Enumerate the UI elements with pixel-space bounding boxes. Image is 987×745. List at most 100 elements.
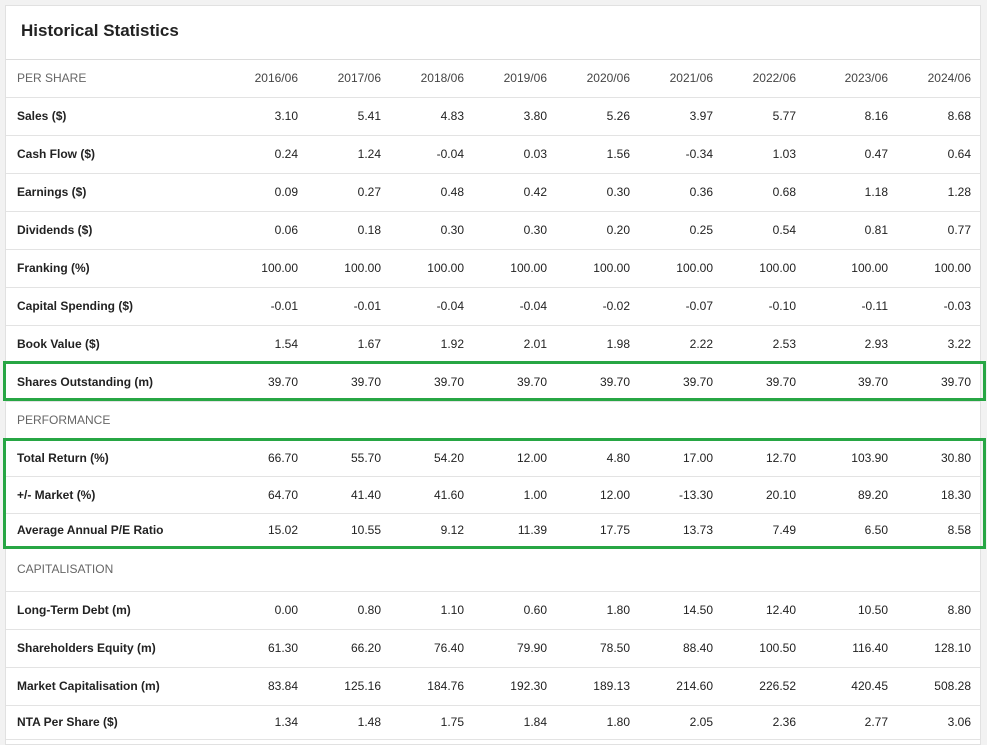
- value-cell: 8.68: [947, 109, 971, 123]
- row-label: PER SHARE: [17, 71, 87, 85]
- value-cell: 100.00: [934, 261, 971, 275]
- value-cell: 116.40: [852, 641, 888, 655]
- value-cell: 1.34: [274, 715, 298, 729]
- value-cell: 0.00: [274, 603, 298, 617]
- value-cell: 3.06: [947, 715, 971, 729]
- value-cell: -13.30: [678, 487, 713, 502]
- value-cell: 9.12: [440, 523, 464, 537]
- value-cell: 100.00: [676, 261, 713, 275]
- table-row: +/- Market (%) 64.70 41.40 41.60 1.00 12.00 -1…: [6, 476, 980, 514]
- value-cell: -0.01: [353, 299, 381, 313]
- table-row: Sales ($) 3.10 5.41 4.83 3.80 5.26 3.97 5.77 8.1…: [6, 97, 980, 136]
- section-label: CAPITALISATION: [17, 562, 114, 576]
- value-cell: 1.56: [606, 147, 630, 161]
- value-cell: 1.24: [357, 147, 381, 161]
- value-cell: 2019/06: [503, 71, 547, 85]
- table-row: Total Return (%) 66.70 55.70 54.20 12.00 4.80…: [6, 439, 980, 477]
- historical-statistics-panel: Historical Statistics PER SHARE 2016/06 20…: [3, 5, 986, 745]
- value-cell: 2.36: [772, 715, 796, 729]
- value-cell: 12.00: [516, 450, 547, 465]
- value-cell: 12.40: [765, 603, 796, 617]
- table-row: PER SHARE 2016/06 2017/06 2018/06 2019/06 202…: [6, 59, 980, 98]
- value-cell: 1.67: [357, 337, 381, 351]
- value-cell: 76.40: [433, 641, 464, 655]
- table-row: Average Annual P/E Ratio 15.02 10.55 9.12 11…: [6, 513, 980, 548]
- value-cell: 1.98: [606, 337, 630, 351]
- row-label: Average Annual P/E Ratio: [17, 523, 164, 537]
- value-cell: 10.50: [857, 603, 888, 617]
- row-label: Earnings ($): [17, 185, 87, 199]
- value-cell: 1.18: [864, 185, 888, 199]
- value-cell: 12.00: [599, 487, 630, 502]
- value-cell: 78.50: [599, 641, 630, 655]
- value-cell: 3.80: [523, 109, 547, 123]
- value-cell: 100.00: [344, 261, 381, 275]
- value-cell: 15.02: [267, 523, 298, 537]
- value-cell: 2.01: [523, 337, 547, 351]
- value-cell: 2.05: [689, 715, 713, 729]
- table-row: Shareholders Equity (m) 61.30 66.20 76.40 79…: [6, 629, 980, 668]
- value-cell: 2016/06: [254, 71, 298, 85]
- value-cell: 89.20: [857, 487, 888, 502]
- value-cell: 0.18: [357, 223, 381, 237]
- value-cell: 100.00: [759, 261, 796, 275]
- value-cell: 100.00: [427, 261, 464, 275]
- value-cell: 1.03: [772, 147, 796, 161]
- value-cell: 125.16: [344, 679, 381, 693]
- table-row: Market Capitalisation (m) 83.84 125.16 184.…: [6, 667, 980, 706]
- value-cell: 41.60: [433, 487, 464, 502]
- value-cell: 5.41: [357, 109, 381, 123]
- value-cell: 0.36: [689, 185, 713, 199]
- value-cell: 0.09: [274, 185, 298, 199]
- value-cell: 30.80: [940, 450, 971, 465]
- value-cell: 100.00: [510, 261, 547, 275]
- value-cell: 1.10: [440, 603, 464, 617]
- row-label: Market Capitalisation (m): [17, 679, 160, 693]
- value-cell: 2024/06: [927, 71, 971, 85]
- value-cell: -0.04: [436, 147, 464, 161]
- value-cell: 7.49: [772, 523, 796, 537]
- value-cell: 1.80: [606, 715, 630, 729]
- value-cell: 3.10: [274, 109, 298, 123]
- row-label: Franking (%): [17, 261, 90, 275]
- value-cell: 0.81: [864, 223, 888, 237]
- value-cell: 10.55: [350, 523, 381, 537]
- value-cell: 0.80: [357, 603, 381, 617]
- value-cell: 0.30: [440, 223, 464, 237]
- value-cell: 88.40: [682, 641, 713, 655]
- value-cell: 8.80: [947, 603, 971, 617]
- value-cell: 226.52: [759, 679, 796, 693]
- section-header-capitalisation: CAPITALISATION: [6, 547, 980, 592]
- value-cell: 184.76: [427, 679, 464, 693]
- value-cell: 0.20: [606, 223, 630, 237]
- value-cell: 0.27: [357, 185, 381, 199]
- table-row: NTA Per Share ($) 1.34 1.48 1.75 1.84 1.80 2.0…: [6, 705, 980, 740]
- table-row: Capital Spending ($) -0.01 -0.01 -0.04 -0.04…: [6, 287, 980, 326]
- value-cell: 0.48: [440, 185, 464, 199]
- value-cell: 420.45: [851, 679, 888, 693]
- value-cell: 55.70: [350, 450, 381, 465]
- value-cell: 0.64: [947, 147, 971, 161]
- table-row: Long-Term Debt (m) 0.00 0.80 1.10 0.60 1.80 14…: [6, 591, 980, 630]
- value-cell: 0.77: [947, 223, 971, 237]
- value-cell: 20.10: [765, 487, 796, 502]
- value-cell: 12.70: [765, 450, 796, 465]
- value-cell: 2017/06: [337, 71, 381, 85]
- value-cell: 103.90: [851, 450, 888, 465]
- table-row: Book Value ($) 1.54 1.67 1.92 2.01 1.98 2.22 2.…: [6, 325, 980, 364]
- value-cell: 2023/06: [844, 71, 888, 85]
- value-cell: 128.10: [934, 641, 971, 655]
- value-cell: 39.70: [765, 375, 796, 389]
- value-cell: 100.00: [851, 261, 888, 275]
- value-cell: -0.34: [685, 147, 713, 161]
- value-cell: 0.06: [274, 223, 298, 237]
- value-cell: -0.02: [602, 299, 630, 313]
- value-cell: -0.07: [685, 299, 713, 313]
- row-label: Long-Term Debt (m): [17, 603, 131, 617]
- value-cell: 39.70: [857, 375, 888, 389]
- value-cell: -0.01: [270, 299, 298, 313]
- row-label: Total Return (%): [17, 450, 109, 465]
- value-cell: 66.70: [267, 450, 298, 465]
- value-cell: -0.10: [768, 299, 796, 313]
- table-row: Shares Outstanding (m) 39.70 39.70 39.70 39.…: [6, 363, 980, 402]
